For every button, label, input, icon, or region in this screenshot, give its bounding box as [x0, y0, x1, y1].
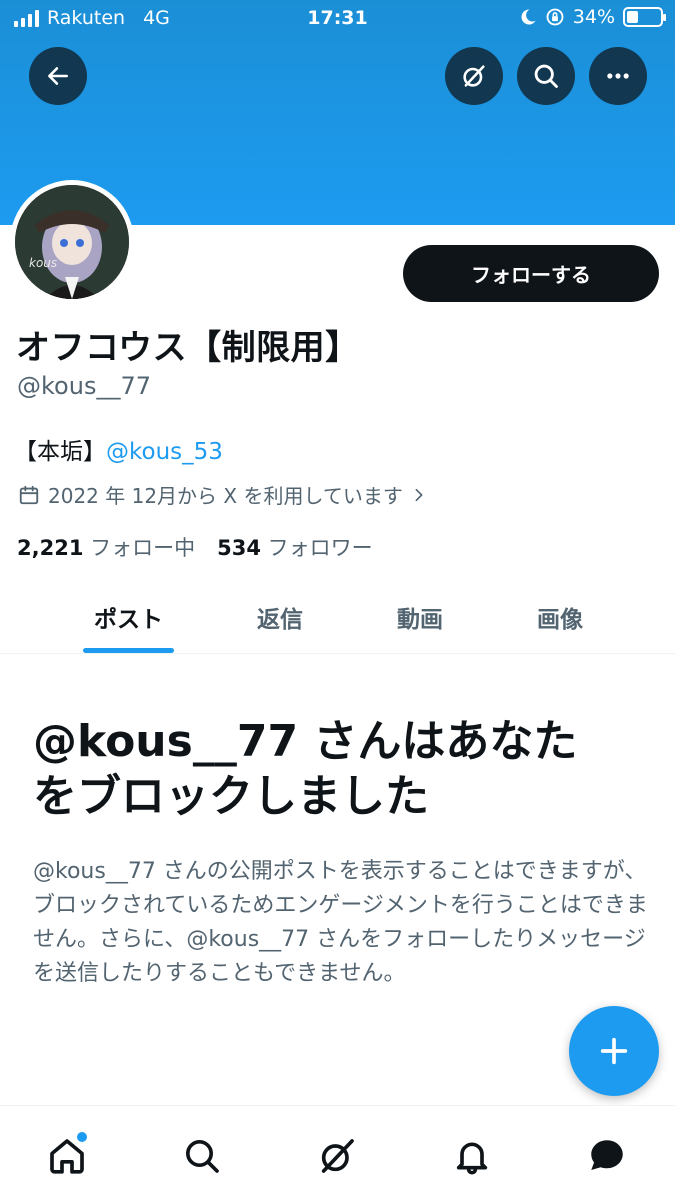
tab-videos[interactable]: 動画	[380, 580, 460, 653]
chevron-right-icon	[415, 488, 423, 501]
tab-videos-label: 動画	[397, 606, 443, 633]
follow-stats: 2,221 フォロー中 534 フォロワー	[17, 532, 373, 562]
nav-notifications[interactable]	[450, 1134, 494, 1178]
joined-date[interactable]: 2022 年 12月から X を利用しています	[18, 480, 427, 509]
plus-icon	[600, 1037, 628, 1065]
tab-media-label: 画像	[537, 606, 583, 633]
arrow-left-icon	[48, 67, 68, 85]
blocked-title: @kous__77 さんはあなた をブロックしました	[33, 714, 643, 824]
nav-home[interactable]	[45, 1132, 89, 1178]
moon-icon	[521, 9, 536, 25]
compose-button[interactable]	[569, 1006, 659, 1096]
display-name: オフコウス【制限用】	[16, 328, 360, 368]
nav-search[interactable]	[180, 1134, 224, 1178]
nav-grok[interactable]	[315, 1134, 359, 1178]
battery-percent: 34%	[572, 6, 615, 28]
status-right: 34%	[519, 6, 666, 28]
avatar[interactable]: kous	[10, 180, 134, 304]
more-icon	[607, 73, 629, 79]
rotation-lock-icon	[546, 8, 564, 26]
bio-prefix: 【本垢】	[14, 439, 106, 465]
bio-mention-link[interactable]: @kous_53	[106, 439, 223, 465]
blocked-title-line1: @kous__77 さんはあなた	[33, 716, 578, 767]
battery-icon	[623, 7, 666, 27]
home-notification-dot	[77, 1132, 87, 1142]
followers-label: フォロワー	[267, 536, 373, 560]
grok-icon	[463, 65, 485, 87]
bell-icon	[456, 1142, 488, 1175]
profile-page: Rakuten 4G 17:31 34% kous フォローする オフコウス【制…	[0, 0, 675, 1200]
tab-replies-label: 返信	[257, 606, 303, 633]
bio: 【本垢】@kous_53	[14, 432, 223, 466]
battery-fill	[627, 11, 638, 23]
blocked-description: @kous__77 さんの公開ポストを表示することはできますが、ブロックされてい…	[33, 859, 648, 986]
following-count: 2,221	[17, 536, 84, 560]
search-button[interactable]	[517, 47, 575, 105]
blocked-title-line2: をブロックしました	[33, 771, 429, 822]
messages-icon	[591, 1140, 623, 1170]
tab-media[interactable]: 画像	[520, 580, 600, 653]
followers-count: 534	[217, 536, 261, 560]
status-bar: Rakuten 4G 17:31 34%	[0, 0, 675, 38]
following-label: フォロー中	[90, 536, 196, 560]
followers-stat[interactable]: 534 フォロワー	[217, 532, 373, 562]
active-tab-indicator	[83, 648, 174, 653]
tab-posts-label: ポスト	[94, 606, 163, 633]
grok-icon	[321, 1139, 354, 1173]
nav-messages[interactable]	[585, 1134, 629, 1178]
grok-button[interactable]	[445, 47, 503, 105]
follow-button[interactable]: フォローする	[403, 245, 659, 302]
avatar-image: kous	[15, 185, 129, 299]
back-button[interactable]	[29, 47, 87, 105]
search-icon	[186, 1140, 219, 1173]
joined-text: 2022 年 12月から X を利用しています	[48, 484, 403, 508]
following-stat[interactable]: 2,221 フォロー中	[17, 532, 195, 562]
more-button[interactable]	[589, 47, 647, 105]
avatar-illustration: kous	[15, 185, 129, 299]
user-handle: @kous__77	[17, 372, 151, 400]
bottom-nav	[0, 1105, 675, 1200]
tab-replies[interactable]: 返信	[240, 580, 320, 653]
avatar-signature: kous	[29, 256, 57, 270]
calendar-icon	[19, 485, 39, 504]
home-icon	[50, 1139, 84, 1174]
tab-posts[interactable]: ポスト	[83, 580, 174, 653]
profile-tabs: ポスト 返信 動画 画像	[0, 580, 675, 654]
search-icon	[534, 64, 558, 88]
